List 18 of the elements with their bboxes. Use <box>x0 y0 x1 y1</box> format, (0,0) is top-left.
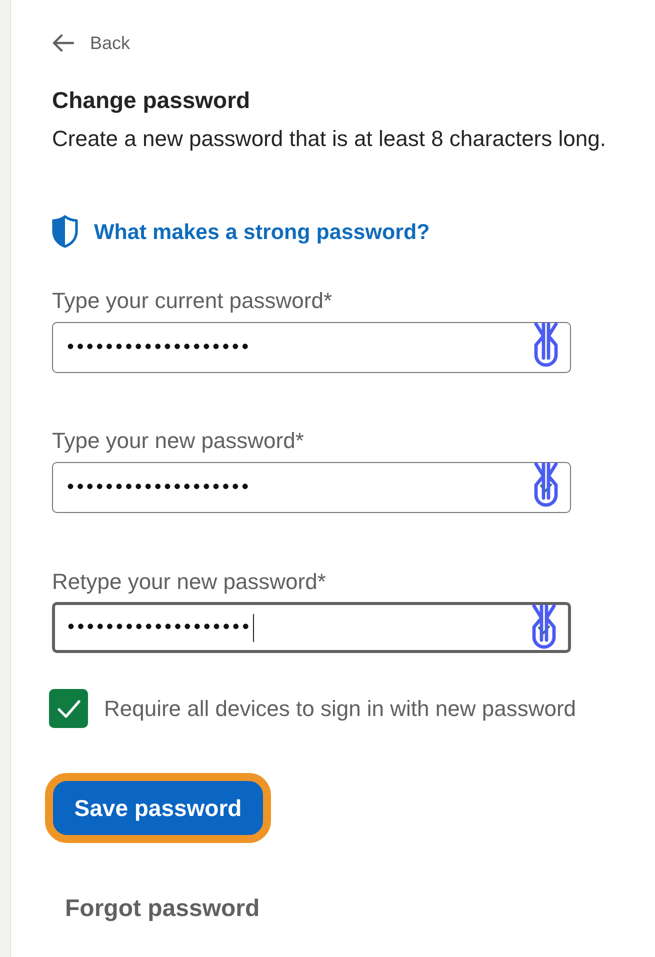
text-cursor-icon <box>252 614 254 642</box>
page-heading: Change password <box>52 86 250 114</box>
checkbox[interactable] <box>49 689 88 728</box>
field-label: Type your current password* <box>52 288 332 314</box>
password-field[interactable]: ••••••••••••••••••• <box>52 322 571 373</box>
back-link[interactable]: Back <box>52 32 130 54</box>
save-password-button[interactable]: Save password <box>45 773 271 843</box>
shield-icon <box>52 215 78 248</box>
password-field[interactable]: ••••••••••••••••••• <box>52 602 571 653</box>
password-field[interactable]: ••••••••••••••••••• <box>52 462 571 513</box>
back-arrow-icon <box>52 34 74 52</box>
checkbox-label: Require all devices to sign in with new password <box>104 696 576 722</box>
forgot-password-link[interactable]: Forgot password <box>65 894 260 924</box>
check-icon <box>56 698 80 718</box>
field-label: Type your new password* <box>52 428 304 454</box>
description-text: Create a new password that is at least 8 characters long. <box>52 125 606 153</box>
strong-password-link[interactable]: What makes a strong password? <box>94 216 430 246</box>
field-label: Retype your new password* <box>52 569 326 595</box>
